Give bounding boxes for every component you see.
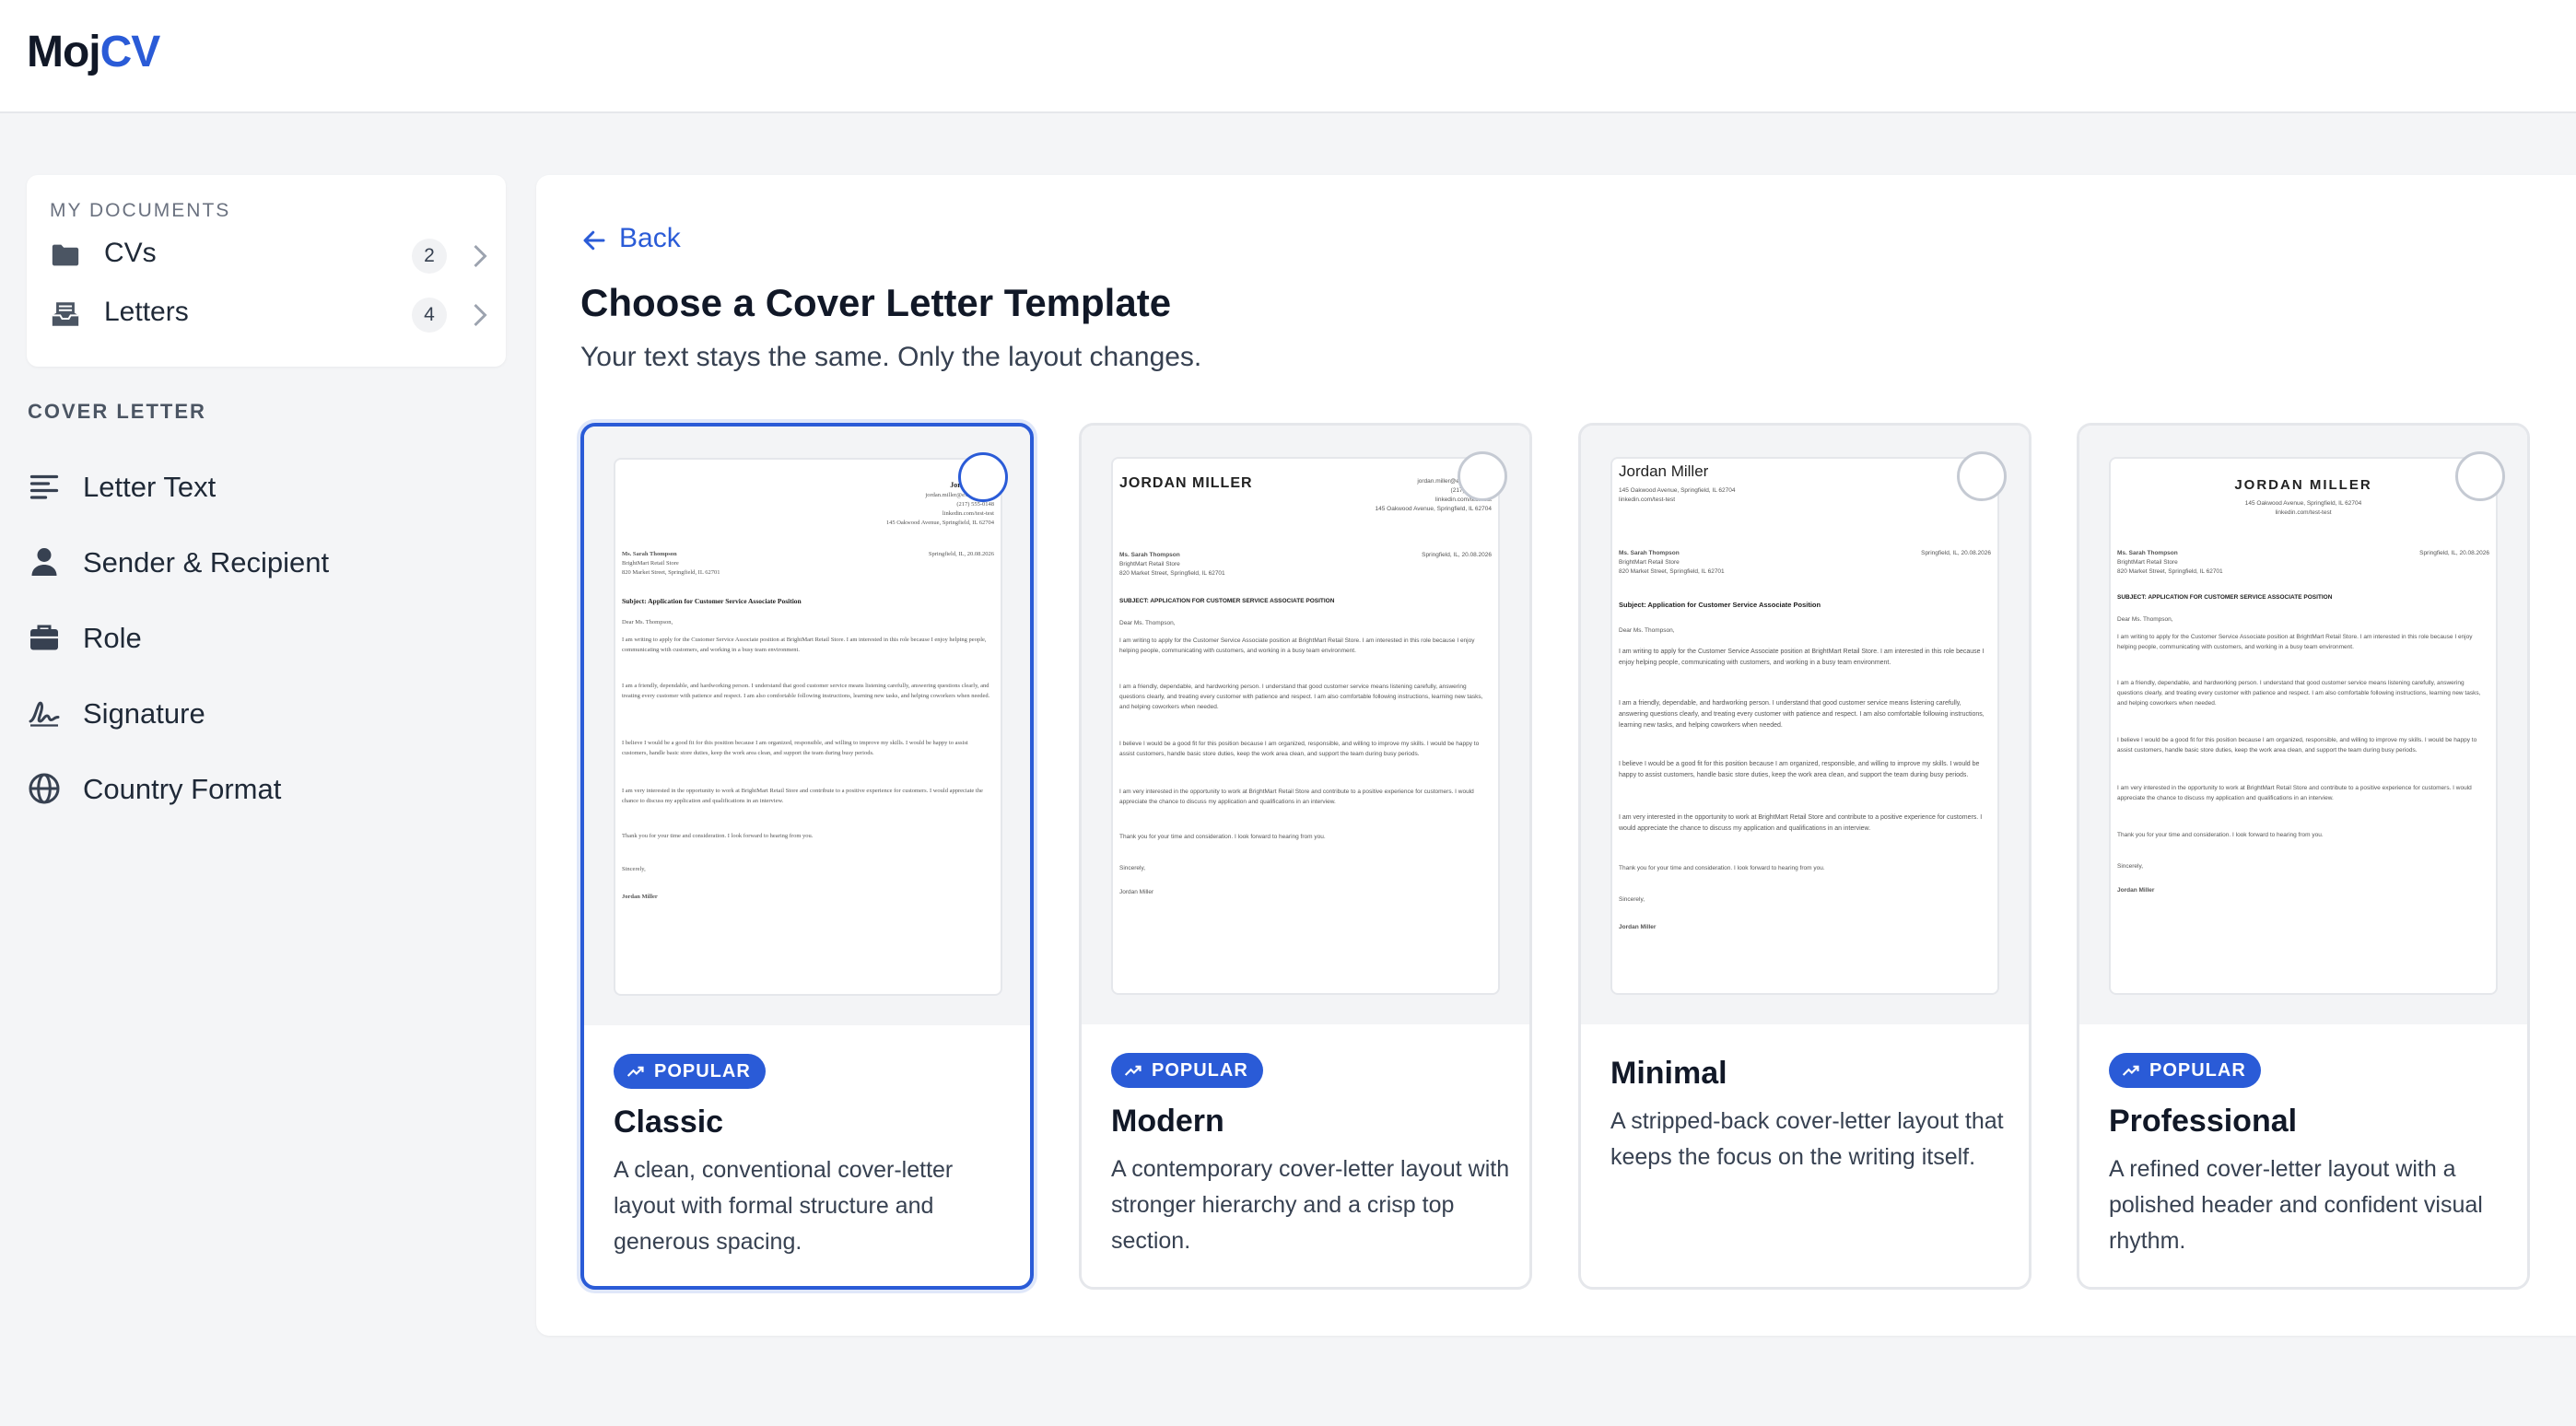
sidebar-item-letter-text[interactable]: Letter Text [0,457,516,516]
template-description: A contemporary cover-letter layout with … [1111,1156,1510,1254]
sidebar-item-label: Role [83,622,142,654]
sidebar-item-label: Country Format [83,773,282,805]
cover-letter-section-label: COVER LETTER [28,400,206,423]
template-name: Classic [614,1105,724,1140]
template-radio[interactable] [2455,451,2505,501]
letter-preview-modern: JORDAN MILLER jordan.miller@example.com … [1111,457,1500,995]
sidebar-item-cvs[interactable]: CVs 2 [27,227,506,284]
template-card-minimal[interactable]: Jordan Miller 145 Oakwood Avenue, Spring… [1578,423,2032,1290]
template-radio[interactable] [1957,451,2007,501]
briefcase-icon [30,625,58,650]
trending-up-icon [626,1066,644,1077]
template-preview: JORDAN MILLER 145 Oakwood Avenue, Spring… [2079,426,2527,1024]
letter-preview-classic: Jordan Miller jordan.miller@example.com … [614,458,1002,996]
template-name: Minimal [1610,1056,1727,1091]
folder-icon [52,244,79,266]
popular-badge: POPULAR [1111,1053,1263,1088]
my-documents-label: MY DOCUMENTS [50,200,231,221]
trending-up-icon [2122,1065,2139,1076]
template-card-modern[interactable]: JORDAN MILLER jordan.miller@example.com … [1079,423,1532,1290]
sidebar-item-signature[interactable]: Signature [0,684,516,742]
template-description: A stripped-back cover-letter layout that… [1610,1108,2004,1170]
count-badge: 2 [412,239,447,274]
chevron-right-icon [474,244,487,268]
count-badge: 4 [412,298,447,333]
template-preview: Jordan Miller 145 Oakwood Avenue, Spring… [1581,426,2029,1024]
letter-preview-minimal: Jordan Miller 145 Oakwood Avenue, Spring… [1610,457,1999,995]
sidebar-item-label: CVs [104,238,157,268]
template-radio[interactable] [958,452,1008,502]
letter-tray-icon [52,302,79,326]
my-documents-panel: MY DOCUMENTS CVs 2 Letters 4 [27,175,506,367]
sidebar-item-role[interactable]: Role [0,608,516,667]
back-label: Back [619,223,681,253]
top-bar: MojCV [0,0,2576,113]
template-preview: Jordan Miller jordan.miller@example.com … [584,427,1030,1025]
template-name: Modern [1111,1104,1224,1139]
chevron-right-icon [474,303,487,327]
template-description: A clean, conventional cover-letter layou… [614,1157,954,1255]
sidebar-item-letters[interactable]: Letters 4 [27,286,506,343]
template-radio[interactable] [1458,451,1507,501]
template-preview: JORDAN MILLER jordan.miller@example.com … [1082,426,1529,1024]
popular-badge: POPULAR [2109,1053,2261,1088]
sidebar-item-country-format[interactable]: Country Format [0,759,516,818]
letter-preview-professional: JORDAN MILLER 145 Oakwood Avenue, Spring… [2109,457,2498,995]
mojcv-logo[interactable]: MojCV [27,26,160,79]
sidebar-item-label: Sender & Recipient [83,546,330,579]
person-icon [31,548,57,576]
trending-up-icon [1124,1065,1142,1076]
sidebar-item-label: Signature [83,697,205,730]
template-card-professional[interactable]: JORDAN MILLER 145 Oakwood Avenue, Spring… [2077,423,2530,1290]
sidebar-item-label: Letters [104,297,189,327]
page-subtitle: Your text stays the same. Only the layou… [580,342,1202,372]
template-name: Professional [2109,1104,2298,1139]
page-title: Choose a Cover Letter Template [580,281,1172,324]
signature-icon [29,701,60,727]
text-lines-icon [29,474,59,499]
sidebar-item-label: Letter Text [83,471,217,503]
globe-icon [29,773,60,804]
arrow-left-icon [583,230,605,251]
template-description: A refined cover-letter layout with a pol… [2109,1156,2483,1254]
popular-badge: POPULAR [614,1054,766,1089]
template-card-classic[interactable]: Jordan Miller jordan.miller@example.com … [580,423,1034,1290]
sidebar-item-sender-recipient[interactable]: Sender & Recipient [0,532,516,591]
